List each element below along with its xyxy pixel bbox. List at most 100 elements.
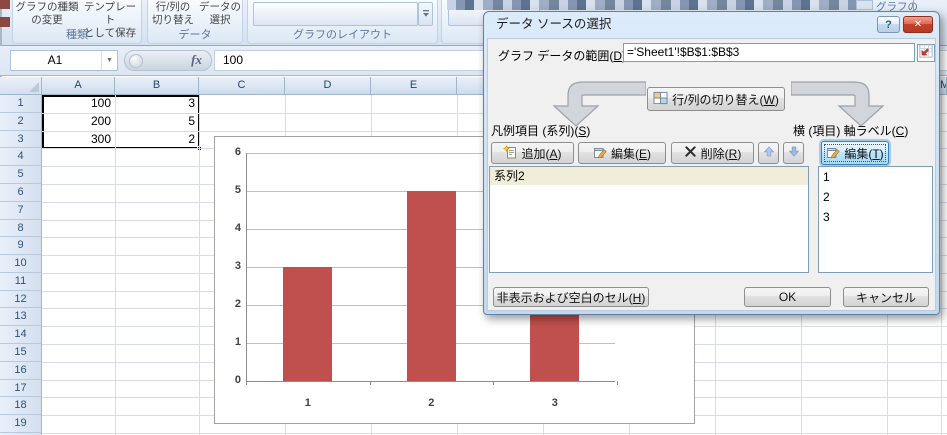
gallery-more-icon	[422, 5, 430, 23]
row-header[interactable]: 12	[0, 291, 42, 309]
row-header[interactable]: 10	[0, 255, 42, 273]
ribbon-divider	[913, 0, 914, 11]
row-header[interactable]: 1	[0, 95, 42, 113]
gridline	[115, 95, 116, 435]
edit-button-label: 編集(E)	[611, 145, 651, 162]
fx-icon[interactable]: fx	[191, 52, 202, 68]
remove-series-button[interactable]: 削除(R)	[671, 142, 754, 164]
y-axis-tick-label: 2	[221, 298, 241, 310]
close-button[interactable]: ✕	[903, 16, 933, 33]
add-icon	[503, 145, 517, 162]
move-down-button[interactable]	[783, 142, 804, 164]
column-header[interactable]: B	[115, 77, 199, 95]
category-list-item[interactable]: 2	[819, 187, 932, 207]
hidden-and-empty-cells-button[interactable]: 非表示および空白のセル(H)	[493, 287, 649, 307]
cell[interactable]: 5	[120, 113, 195, 130]
range-picker-button[interactable]	[917, 44, 935, 62]
ribbon-group-data: 行/列の 切り替え データの 選択 データ	[147, 0, 243, 44]
range-picker-icon	[919, 44, 933, 63]
delete-icon	[684, 145, 697, 161]
edit-category-button-label: 編集(T)	[844, 145, 883, 162]
cell[interactable]: 100	[47, 95, 111, 112]
row-header[interactable]: 4	[0, 148, 42, 166]
column-header[interactable]: C	[199, 77, 285, 95]
series-list-item[interactable]: 系列2	[490, 167, 808, 185]
cell[interactable]: 300	[47, 131, 111, 148]
switch-row-column-icon	[653, 91, 668, 108]
category-list[interactable]: 123	[818, 166, 933, 273]
row-header[interactable]: 16	[0, 362, 42, 380]
move-up-button[interactable]	[758, 142, 779, 164]
category-list-item[interactable]: 3	[819, 207, 932, 227]
window-edge-artifact	[0, 17, 10, 27]
cell[interactable]: 200	[47, 113, 111, 130]
chart-layout-gallery[interactable]	[253, 2, 418, 26]
cell[interactable]: 2	[120, 131, 195, 148]
row-header[interactable]: 11	[0, 273, 42, 291]
edit-icon	[593, 145, 607, 162]
select-data-source-dialog: データ ソースの選択 ? ✕ グラフ データの範囲(D): ='Sheet1'!…	[483, 11, 940, 315]
column-header[interactable]: A	[42, 77, 115, 95]
ribbon-group-label: グラフのレイアウト	[248, 28, 437, 42]
chart-data-range-input[interactable]: ='Sheet1'!$B$1:$B$3	[623, 43, 915, 62]
column-header[interactable]: D	[285, 77, 371, 95]
row-header[interactable]: 3	[0, 131, 42, 149]
row-header[interactable]: 17	[0, 380, 42, 398]
switch-row-column-ribbon-button[interactable]: 行/列の 切り替え	[150, 1, 196, 29]
bar[interactable]	[530, 305, 579, 381]
cell[interactable]: 3	[120, 95, 195, 112]
select-data-ribbon-button[interactable]: データの 選択	[198, 1, 242, 29]
row-header[interactable]: 5	[0, 166, 42, 184]
y-axis-tick-label: 3	[221, 260, 241, 272]
edit-series-button[interactable]: 編集(E)	[578, 142, 666, 164]
cancel-button[interactable]: キャンセル	[843, 287, 929, 307]
row-header[interactable]: 19	[0, 415, 42, 433]
gridline	[42, 433, 947, 434]
bar[interactable]	[283, 267, 332, 381]
add-series-button[interactable]: 追加(A)	[491, 142, 574, 164]
formula-bar-knob	[129, 54, 143, 68]
column-header[interactable]: M	[940, 77, 947, 95]
save-as-template-button[interactable]: テンプレート として保存	[79, 1, 141, 29]
row-header[interactable]: 18	[0, 397, 42, 415]
insert-function-area[interactable]: fx	[124, 50, 212, 71]
row-header[interactable]: 9	[0, 237, 42, 255]
y-axis-tick-label: 5	[221, 184, 241, 196]
chevron-down-icon: ▼	[106, 57, 113, 64]
row-header[interactable]: 15	[0, 344, 42, 362]
x-axis-tick	[246, 381, 247, 385]
x-axis-tick	[493, 381, 494, 385]
bar[interactable]	[407, 191, 456, 381]
ribbon-group-label: 種類	[13, 28, 141, 42]
y-axis-line	[246, 153, 247, 381]
name-box[interactable]: A1 ▼	[10, 50, 118, 71]
gallery-more-button[interactable]	[418, 2, 433, 26]
x-axis-line	[246, 381, 615, 382]
select-all-corner[interactable]	[0, 77, 42, 95]
edit-category-button[interactable]: 編集(T)	[821, 141, 889, 165]
ok-button[interactable]: OK	[744, 287, 831, 307]
row-header[interactable]: 6	[0, 184, 42, 202]
name-box-dropdown[interactable]: ▼	[101, 51, 117, 70]
change-chart-type-button[interactable]: グラフの種類 の変更	[15, 1, 79, 29]
category-list-item[interactable]: 1	[819, 167, 932, 187]
excel-window: グラフの種類 の変更 テンプレート として保存 種類 行/列の 切り替え データ…	[0, 0, 947, 435]
row-header[interactable]: 7	[0, 202, 42, 220]
dialog-title[interactable]: データ ソースの選択	[484, 12, 939, 38]
name-box-value: A1	[11, 51, 99, 70]
row-header[interactable]: 2	[0, 113, 42, 131]
row-header[interactable]: 8	[0, 220, 42, 238]
switch-row-column-button[interactable]: 行/列の切り替え(W)	[647, 87, 785, 111]
gallery-scroll-buttons[interactable]	[856, 0, 873, 10]
series-list[interactable]: 系列2	[489, 166, 809, 273]
ribbon-group-type: グラフの種類 の変更 テンプレート として保存 種類	[12, 0, 142, 44]
help-button[interactable]: ?	[877, 16, 900, 33]
row-header[interactable]: 13	[0, 308, 42, 326]
gridline	[199, 95, 200, 435]
y-axis-tick-label: 6	[221, 146, 241, 158]
curved-arrow-left-icon	[546, 76, 646, 128]
y-axis-tick-label: 4	[221, 222, 241, 234]
delete-button-label: 削除(R)	[701, 145, 742, 162]
row-header[interactable]: 14	[0, 326, 42, 344]
column-header[interactable]: E	[371, 77, 457, 95]
